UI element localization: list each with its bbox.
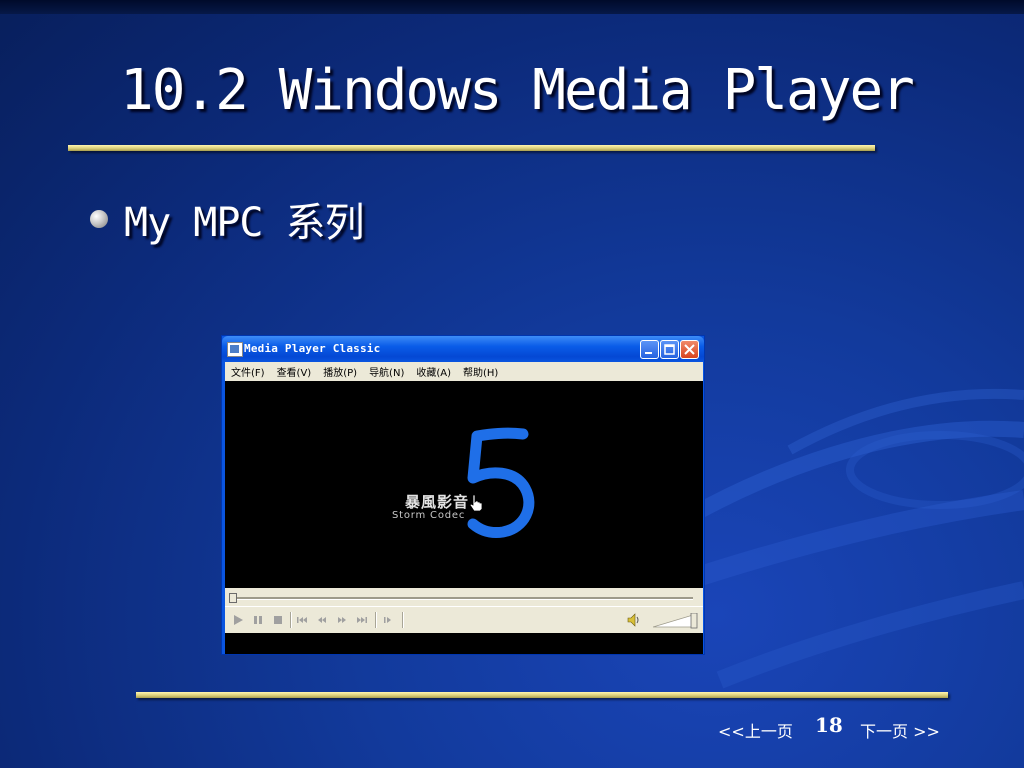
storm-five-logo-icon [467,427,535,538]
bullet-dot-icon [90,210,108,228]
menu-bar: 文件(F) 查看(V) 播放(P) 导航(N) 收藏(A) 帮助(H) [225,362,703,381]
maximize-button[interactable] [660,340,679,359]
prev-page-link[interactable]: <<上一页 [718,718,793,742]
video-area[interactable]: 暴風影音 Storm Codec [225,381,703,588]
pause-icon[interactable] [251,613,267,627]
volume-slider[interactable] [653,613,699,629]
page-number: 18 [815,713,843,737]
window-titlebar[interactable]: Media Player Classic [222,336,704,362]
window-title: Media Player Classic [244,342,381,355]
fast-forward-icon[interactable] [335,613,351,627]
logo-english-text: Storm Codec [392,510,466,521]
skip-back-icon[interactable] [295,613,311,627]
volume-speaker-icon[interactable] [627,612,641,628]
media-player-window: Media Player Classic 文件(F) 查看(V) 播放(P) 导… [221,335,705,655]
logo-chinese-text: 暴風影音 [405,493,470,511]
separator [402,612,404,628]
slide-title: 10.2 Windows Media Player [120,58,915,123]
frame-step-icon[interactable] [381,613,397,627]
skip-forward-icon[interactable] [355,613,371,627]
bullet-item: My MPC 系列 [90,190,365,248]
bullet-text: My MPC 系列 [124,200,365,246]
separator [375,612,377,628]
minimize-icon [645,352,652,354]
app-icon [227,342,243,357]
playback-controls [225,606,703,634]
close-button[interactable] [680,340,699,359]
title-underline-rule [68,145,875,151]
menu-navigate[interactable]: 导航(N) [369,364,404,379]
menu-favorites[interactable]: 收藏(A) [416,364,451,379]
status-bar [225,633,703,654]
stop-icon[interactable] [271,613,287,627]
seek-thumb[interactable] [229,593,237,603]
seek-bar[interactable] [225,588,703,606]
separator [290,612,292,628]
close-icon [684,344,695,355]
play-icon[interactable] [231,613,247,627]
maximize-icon [664,344,675,355]
minimize-button[interactable] [640,340,659,359]
menu-view[interactable]: 查看(V) [277,364,312,379]
footer-rule [136,692,948,698]
menu-play[interactable]: 播放(P) [323,364,357,379]
rewind-icon[interactable] [315,613,331,627]
seek-track[interactable] [235,597,693,600]
hand-cursor-icon [469,494,483,512]
menu-help[interactable]: 帮助(H) [463,364,498,379]
next-page-link[interactable]: 下一页 >> [860,718,940,742]
top-edge-bar [0,0,1024,14]
menu-file[interactable]: 文件(F) [231,364,265,379]
